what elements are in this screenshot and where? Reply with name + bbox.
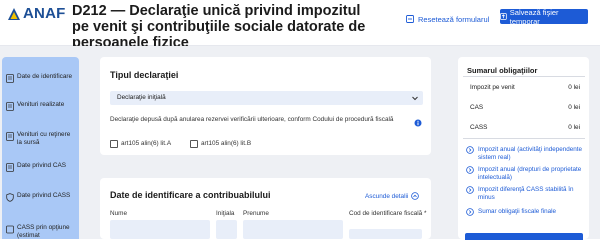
logo-text: ANAF <box>23 5 66 22</box>
nume-input[interactable] <box>110 220 210 239</box>
save-temp-file-label: Salvează fişier temporar <box>509 7 559 26</box>
info-icon[interactable] <box>414 119 422 127</box>
document-icon <box>6 74 14 83</box>
anaf-logo[interactable]: ANAF <box>7 5 66 22</box>
summary-row-cass: CASS 0 lei <box>470 124 580 131</box>
field-label-cod-fiscal: Cod de identificare fiscală * <box>349 210 427 217</box>
sidebar-nav: Date de identificare Venituri realizate … <box>2 57 79 239</box>
checkbox-label: art105 alin(6) lit.B <box>201 140 252 147</box>
summary-link-finale[interactable]: Sumar obligaţii fiscale finale <box>466 208 586 216</box>
summary-link-proprietate[interactable]: Impozit anual (drepturi de proprietate i… <box>466 166 586 181</box>
checkbox-art105-a[interactable]: art105 alin(6) lit.A <box>110 139 171 148</box>
sidebar-item-venituri-retinere[interactable]: Venituri cu reţinere la sursă <box>6 131 77 147</box>
summary-row-label: Impozit pe venit <box>470 84 515 91</box>
cod-fiscal-input[interactable] <box>349 229 422 239</box>
document-icon <box>6 102 14 111</box>
summary-row-label: CAS <box>470 104 484 111</box>
summary-title: Sumarul obligaţiilor <box>467 66 538 75</box>
initiala-input[interactable] <box>216 220 237 239</box>
summary-link-label: Impozit anual (drepturi de proprietate i… <box>478 166 582 181</box>
summary-link-label: Impozit diferenţă CASS stabilită în minu… <box>478 186 574 201</box>
summary-link-label: Impozit anual (activităţi independente s… <box>478 146 582 161</box>
summary-row-impozit: Impozit pe venit 0 lei <box>470 84 580 91</box>
sidebar-item-label: Venituri cu reţinere la sursă <box>17 131 71 146</box>
sidebar-item-venituri-realizate[interactable]: Venituri realizate <box>6 101 77 111</box>
field-label-initiala: Iniţiala <box>216 210 235 217</box>
collapse-details-label: Ascunde detalii <box>365 192 409 200</box>
sidebar-item-cass-optiune[interactable]: CASS prin opţiune (estimat <box>6 224 77 240</box>
prenume-input[interactable] <box>243 220 343 239</box>
document-icon <box>6 163 14 172</box>
shield-icon <box>6 193 14 202</box>
sidebar-item-label: Date de identificare <box>17 73 73 80</box>
field-label-prenume: Prenume <box>243 210 269 217</box>
summary-row-value: 0 lei <box>568 124 580 131</box>
summary-divider <box>463 138 585 139</box>
chevron-right-circle-icon <box>466 208 474 216</box>
checkbox-icon <box>6 225 14 234</box>
upload-icon <box>500 13 507 20</box>
chevron-up-circle-icon <box>411 192 420 200</box>
reset-icon <box>406 15 414 23</box>
checkbox-label: art105 alin(6) lit.A <box>121 140 172 147</box>
reset-form-label: Resetează formularul <box>418 14 490 24</box>
collapse-details-link[interactable]: Ascunde detalii <box>365 192 420 200</box>
declaration-type-select[interactable]: Declaraţie iniţială <box>110 91 423 105</box>
summary-link-activitati[interactable]: Impozit anual (activităţi independente s… <box>466 146 586 161</box>
document-icon <box>6 132 14 141</box>
sidebar-item-date-identificare[interactable]: Date de identificare <box>6 73 77 83</box>
chevron-right-circle-icon <box>466 186 474 194</box>
declaration-note: Declaraţie depusă după anularea rezervei… <box>110 116 394 123</box>
summary-link-label: Sumar obligaţii fiscale finale <box>478 208 557 215</box>
chevron-right-circle-icon <box>466 146 474 154</box>
summary-divider <box>463 76 585 77</box>
sidebar-item-label: Date privind CAS <box>17 162 67 169</box>
summary-row-value: 0 lei <box>568 84 580 91</box>
sidebar-item-label: Venituri realizate <box>17 101 65 108</box>
summary-row-label: CASS <box>470 124 488 131</box>
page-title: D212 — Declaraţie unică privind impozitu… <box>72 3 366 51</box>
checkbox-box[interactable] <box>190 139 198 148</box>
field-label-nume: Nume <box>110 210 128 217</box>
sidebar-item-cass[interactable]: Date privind CASS <box>6 192 77 202</box>
summary-row-value: 0 lei <box>568 104 580 111</box>
summary-row-cas: CAS 0 lei <box>470 104 580 111</box>
sidebar-item-label: CASS prin opţiune (estimat <box>17 224 70 239</box>
chevron-right-circle-icon <box>466 166 474 174</box>
sidebar-item-cas[interactable]: Date privind CAS <box>6 162 77 172</box>
summary-action-button[interactable] <box>465 233 583 240</box>
identification-title: Date de identificare a contribuabilului <box>110 190 271 200</box>
save-temp-file-button[interactable]: Salvează fişier temporar <box>500 7 588 26</box>
declaration-type-title: Tipul declaraţiei <box>110 70 179 80</box>
reset-form-button[interactable]: Resetează formularul <box>406 11 489 27</box>
anaf-logo-icon <box>8 8 20 20</box>
sidebar-item-label: Date privind CASS <box>17 192 71 199</box>
summary-link-cass-diferenta[interactable]: Impozit diferenţă CASS stabilită în minu… <box>466 186 586 201</box>
chevron-down-icon <box>412 96 418 101</box>
app-header: ANAF D212 — Declaraţie unică privind imp… <box>0 0 600 51</box>
declaration-type-value: Declaraţie iniţială <box>117 94 166 101</box>
checkbox-art105-b[interactable]: art105 alin(6) lit.B <box>190 139 251 148</box>
checkbox-box[interactable] <box>110 139 118 148</box>
